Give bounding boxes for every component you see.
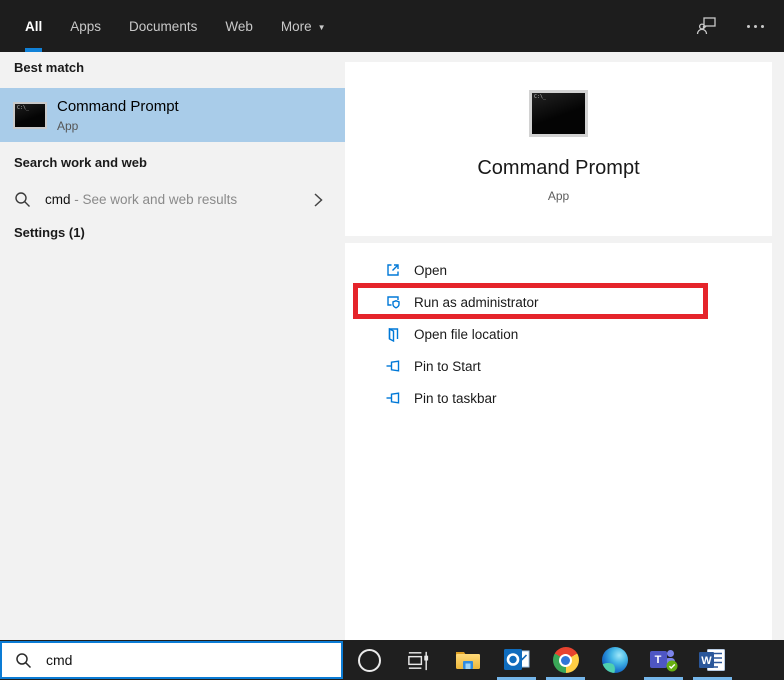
web-search-query: cmd (45, 192, 71, 207)
file-explorer-icon (455, 649, 481, 671)
taskbar-outlook-button[interactable] (492, 640, 541, 680)
settings-header: Settings (1) (14, 225, 85, 240)
word-icon: W (699, 649, 726, 671)
svg-text:W: W (701, 655, 712, 667)
chrome-icon (553, 647, 579, 673)
taskbar-task-view-button[interactable] (394, 640, 443, 680)
taskbar-file-explorer-button[interactable] (443, 640, 492, 680)
taskbar-teams-button[interactable]: T (639, 640, 688, 680)
action-pin-to-start[interactable]: Pin to Start (345, 350, 772, 382)
command-prompt-icon: C:\_ (529, 90, 588, 137)
search-work-web-header: Search work and web (14, 155, 147, 170)
windows-search-flyout: All Apps Documents Web More ▼ Best match (0, 0, 784, 680)
action-label: Open file location (414, 327, 518, 342)
edge-icon (602, 647, 628, 673)
taskbar-search-box[interactable] (0, 641, 343, 679)
tab-documents[interactable]: Documents (129, 0, 197, 52)
filter-tabs: All Apps Documents Web More ▼ (25, 0, 326, 52)
open-icon (385, 262, 401, 278)
cortana-icon (358, 649, 381, 672)
open-file-location-icon (385, 326, 401, 342)
pin-icon (385, 390, 401, 406)
tab-apps[interactable]: Apps (70, 0, 101, 52)
tab-web[interactable]: Web (225, 0, 253, 52)
command-prompt-icon: C:\_ (13, 102, 47, 129)
best-match-header: Best match (14, 60, 84, 75)
action-open[interactable]: Open (345, 254, 772, 286)
chevron-down-icon: ▼ (318, 23, 326, 32)
app-subtitle: App (345, 189, 772, 203)
taskbar-cortana-button[interactable] (345, 640, 394, 680)
ellipsis-icon[interactable] (743, 21, 768, 32)
tab-more[interactable]: More ▼ (281, 0, 326, 52)
action-label: Pin to Start (414, 359, 481, 374)
action-label: Pin to taskbar (414, 391, 497, 406)
web-search-result[interactable]: cmd - See work and web results (0, 182, 345, 217)
action-pin-to-taskbar[interactable]: Pin to taskbar (345, 382, 772, 414)
results-panel: Best match C:\_ Command Prompt App Searc… (0, 52, 345, 640)
taskbar-edge-button[interactable] (590, 640, 639, 680)
web-search-hint: - See work and web results (74, 192, 237, 207)
app-preview-card: C:\_ Command Prompt App (345, 62, 772, 236)
chevron-right-icon (313, 192, 323, 208)
result-title: Command Prompt (57, 97, 179, 116)
best-match-result[interactable]: C:\_ Command Prompt App (0, 88, 345, 142)
pin-icon (385, 358, 401, 374)
taskbar-word-button[interactable]: W (688, 640, 737, 680)
tab-all[interactable]: All (25, 0, 42, 52)
search-filter-bar: All Apps Documents Web More ▼ (0, 0, 784, 52)
outlook-icon (504, 648, 530, 672)
user-feedback-icon[interactable] (695, 14, 719, 38)
search-icon (14, 191, 31, 208)
result-subtitle: App (57, 119, 179, 133)
tab-more-label: More (281, 19, 312, 34)
action-open-file-location[interactable]: Open file location (345, 318, 772, 350)
action-label: Open (414, 263, 447, 278)
search-icon (15, 652, 32, 669)
taskbar-chrome-button[interactable] (541, 640, 590, 680)
taskbar-search-input[interactable] (44, 651, 288, 669)
app-title: Command Prompt (345, 157, 772, 180)
task-view-icon (406, 648, 431, 673)
highlight-annotation-box (353, 283, 708, 319)
teams-icon: T (650, 648, 678, 672)
